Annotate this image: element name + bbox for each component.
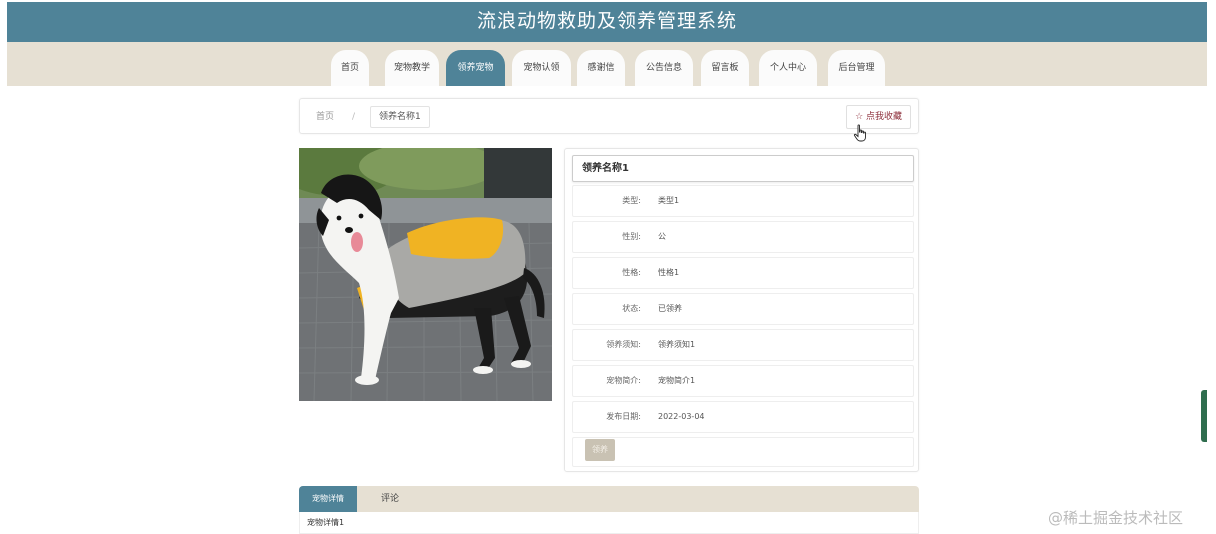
site-header: 流浪动物救助及领养管理系统 xyxy=(7,2,1207,42)
detail-row-personality: 性格: 性格1 xyxy=(572,257,914,289)
detail-row-actions xyxy=(572,437,914,467)
pet-detail-card: 领养名称1 类型: 类型1 性别: 公 性格: 性格1 状态: 已领养 领养须知… xyxy=(564,148,919,472)
breadcrumb: 首页 / 领养名称1 ☆ 点我收藏 xyxy=(299,98,919,134)
detail-value: 公 xyxy=(658,232,666,241)
detail-value: 性格1 xyxy=(658,268,680,277)
nav-item-user-center[interactable]: 个人中心 xyxy=(759,50,817,86)
detail-value: 领养须知1 xyxy=(658,340,696,349)
pet-photo xyxy=(299,148,552,401)
detail-label: 状态: xyxy=(622,304,641,313)
breadcrumb-home[interactable]: 首页 xyxy=(316,99,334,135)
detail-value: 已领养 xyxy=(658,304,682,313)
breadcrumb-separator: / xyxy=(352,112,356,122)
watermark-text: @稀土掘金技术社区 xyxy=(1048,509,1184,527)
side-float-handle[interactable] xyxy=(1201,390,1207,442)
tab-content-panel: 宠物详情1 xyxy=(299,512,919,534)
pet-name-title: 领养名称1 xyxy=(572,155,914,182)
detail-row-gender: 性别: 公 xyxy=(572,221,914,253)
breadcrumb-current: 领养名称1 xyxy=(370,106,430,128)
nav-item-pet-claim[interactable]: 宠物认领 xyxy=(512,50,571,86)
detail-row-publish-date: 发布日期: 2022-03-04 xyxy=(572,401,914,433)
detail-label: 领养须知: xyxy=(606,340,641,349)
main-nav: 首页 宠物教学 领养宠物 宠物认领 感谢信 公告信息 留言板 个人中心 后台管理 xyxy=(7,42,1207,86)
site-title: 流浪动物救助及领养管理系统 xyxy=(476,10,737,32)
nav-item-admin[interactable]: 后台管理 xyxy=(828,50,885,86)
pet-details-text: 宠物详情1 xyxy=(307,518,345,527)
detail-row-status: 状态: 已领养 xyxy=(572,293,914,325)
detail-row-pet-intro: 宠物简介: 宠物简介1 xyxy=(572,365,914,397)
tab-comments[interactable]: 评论 xyxy=(381,486,399,512)
detail-label: 性格: xyxy=(622,268,641,277)
detail-label: 发布日期: xyxy=(606,412,641,421)
nav-item-adopt-pets[interactable]: 领养宠物 xyxy=(446,50,505,86)
adopt-button[interactable]: 领养 xyxy=(585,439,615,461)
detail-row-type: 类型: 类型1 xyxy=(572,185,914,217)
detail-value: 宠物简介1 xyxy=(658,376,696,385)
detail-tabs: 宠物详情 评论 xyxy=(299,486,919,512)
nav-item-home[interactable]: 首页 xyxy=(331,50,369,86)
detail-label: 类型: xyxy=(622,196,641,205)
nav-item-announcements[interactable]: 公告信息 xyxy=(635,50,693,86)
detail-value: 2022-03-04 xyxy=(658,412,705,421)
hand-cursor-icon xyxy=(853,124,866,142)
detail-label: 宠物简介: xyxy=(606,376,641,385)
detail-label: 性别: xyxy=(622,232,641,241)
nav-item-thank-you-letter[interactable]: 感谢信 xyxy=(577,50,625,86)
nav-item-pet-teaching[interactable]: 宠物教学 xyxy=(385,50,439,86)
nav-item-message-board[interactable]: 留言板 xyxy=(701,50,749,86)
detail-value: 类型1 xyxy=(658,196,680,205)
detail-row-adoption-notice: 领养须知: 领养须知1 xyxy=(572,329,914,361)
tab-pet-details[interactable]: 宠物详情 xyxy=(299,486,357,512)
